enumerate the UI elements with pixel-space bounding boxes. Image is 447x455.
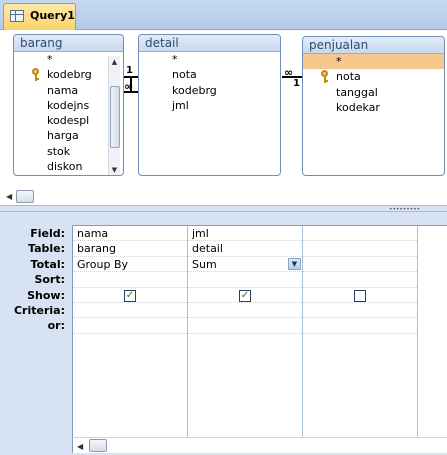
grid-column-4[interactable]	[418, 226, 447, 438]
field-list: * kodebrg nama kodejns kodespl harga sto…	[14, 52, 123, 174]
show-checkbox[interactable]: ✓	[239, 289, 251, 302]
grid-column-2[interactable]: jml detail Sum ▼ ✓	[188, 226, 303, 438]
row-label-field: Field:	[30, 227, 65, 240]
cell-table[interactable]: barang	[73, 241, 187, 257]
field-item[interactable]: kodebrg	[139, 83, 280, 98]
tab-label: Query1	[30, 9, 75, 22]
row-label-show: Show:	[27, 288, 65, 302]
show-checkbox[interactable]: ✓	[124, 289, 136, 302]
row-labels: Field: Table: Total: Sort: Show: Criteri…	[0, 226, 70, 334]
tab-query1[interactable]: Query1	[3, 3, 76, 30]
row-label-table: Table:	[27, 242, 65, 256]
field-list: * nota tanggal kodekar	[303, 54, 444, 115]
field-item[interactable]: nota	[303, 69, 444, 84]
cell-total[interactable]: Sum ▼	[188, 257, 302, 273]
cell-show[interactable]: ✓	[188, 288, 302, 303]
cell-field[interactable]: nama	[73, 226, 187, 242]
total-value: Sum	[192, 257, 217, 271]
table-detail[interactable]: detail * nota kodebrg jml	[138, 34, 281, 176]
field-item-selected[interactable]: *	[303, 54, 444, 70]
pane-splitter[interactable]: • • • • • • • • •	[0, 205, 447, 213]
field-item[interactable]: jml	[139, 98, 280, 113]
scroll-thumb[interactable]	[89, 439, 107, 452]
table-title[interactable]: barang	[14, 35, 123, 52]
splitter-grip-icon[interactable]: • • • • • • • • •	[389, 207, 420, 213]
table-title[interactable]: detail	[139, 35, 280, 52]
dropdown-arrow-icon[interactable]: ▼	[288, 257, 301, 270]
cell-criteria[interactable]	[188, 303, 302, 319]
scroll-up-icon[interactable]: ▲	[109, 56, 120, 68]
cell-show[interactable]: ✓	[73, 288, 187, 303]
scroll-left-icon[interactable]: ◀	[6, 192, 12, 201]
field-item[interactable]: kodejns	[14, 98, 123, 113]
row-label-criteria: Criteria:	[13, 303, 65, 317]
field-list: * nota kodebrg jml	[139, 52, 280, 113]
row-label-total: Total:	[30, 257, 65, 271]
cell-field[interactable]: jml	[188, 226, 302, 242]
table-title[interactable]: penjualan	[303, 37, 444, 54]
field-item[interactable]: diskon	[14, 159, 123, 174]
row-label-sort: Sort:	[34, 273, 65, 287]
field-item[interactable]: nota	[139, 67, 280, 82]
cell-table[interactable]	[303, 241, 417, 257]
field-item[interactable]: harga	[14, 128, 123, 143]
grid-column-3[interactable]	[303, 226, 418, 438]
cell-or[interactable]	[188, 318, 302, 334]
document-tab-bar: Query1	[0, 0, 447, 30]
query-design-grid: Field: Table: Total: Sort: Show: Criteri…	[0, 212, 447, 455]
one-side-label: 1	[293, 78, 300, 89]
cell-sort[interactable]	[188, 272, 302, 288]
cell-total[interactable]: Group By	[73, 257, 187, 273]
show-checkbox[interactable]	[354, 289, 366, 302]
field-item[interactable]: stok	[14, 144, 123, 159]
cell-show[interactable]	[303, 288, 417, 303]
field-item[interactable]: kodekar	[303, 100, 444, 115]
cell-or[interactable]	[303, 318, 417, 334]
table-design-pane: barang * kodebrg nama kodejns kodespl ha…	[0, 30, 447, 188]
primary-key-icon	[31, 68, 40, 82]
field-item[interactable]: tanggal	[303, 85, 444, 100]
primary-key-icon	[320, 70, 329, 84]
table-penjualan[interactable]: penjualan * nota tanggal kodekar	[302, 36, 445, 176]
one-side-label: 1	[126, 65, 133, 76]
field-item[interactable]: nama	[14, 83, 123, 98]
cell-or[interactable]	[73, 318, 187, 334]
query-icon	[10, 10, 24, 22]
field-item[interactable]: kodebrg	[14, 67, 123, 82]
cell-sort[interactable]	[73, 272, 187, 288]
cell-criteria[interactable]	[73, 303, 187, 319]
table-vertical-scrollbar[interactable]: ▲ ▼	[108, 56, 120, 175]
field-item[interactable]: *	[14, 52, 123, 67]
grid-column-1[interactable]: nama barang Group By ✓	[73, 226, 188, 438]
cell-field[interactable]	[303, 226, 417, 242]
grid-horizontal-scrollbar[interactable]: ◀	[72, 437, 447, 453]
table-barang[interactable]: barang * kodebrg nama kodejns kodespl ha…	[13, 34, 124, 176]
cell-table[interactable]: detail	[188, 241, 302, 257]
scroll-down-icon[interactable]: ▼	[109, 164, 120, 175]
design-horizontal-scrollbar[interactable]: ◀	[0, 188, 447, 205]
many-side-label: ∞	[124, 80, 133, 93]
scroll-thumb[interactable]	[110, 86, 120, 148]
scroll-thumb[interactable]	[16, 190, 34, 203]
cell-sort[interactable]	[303, 272, 417, 288]
row-label-or: or:	[47, 319, 65, 333]
scroll-left-icon[interactable]: ◀	[77, 442, 83, 451]
cell-total[interactable]	[303, 257, 417, 273]
cell-criteria[interactable]	[303, 303, 417, 319]
field-item[interactable]: kodespl	[14, 113, 123, 128]
field-item[interactable]: *	[139, 52, 280, 67]
grid-columns: nama barang Group By ✓ jml detail Sum ▼ ✓	[72, 225, 447, 438]
